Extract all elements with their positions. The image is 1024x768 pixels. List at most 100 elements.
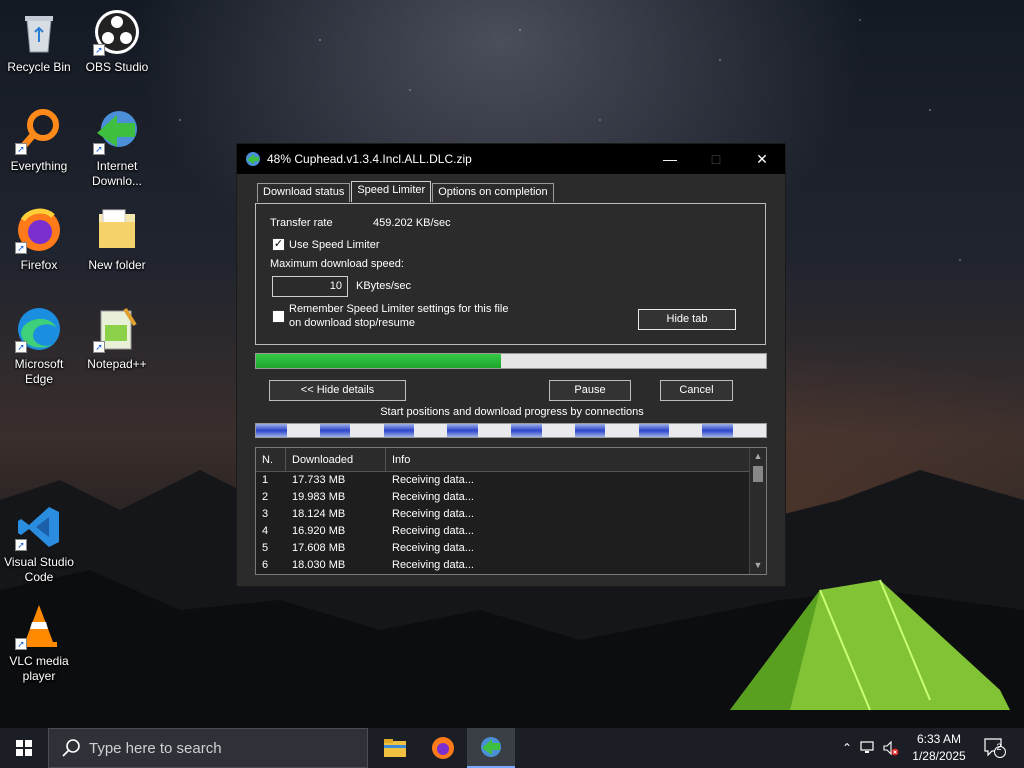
notification-count: 2 xyxy=(996,742,1002,752)
connection-segment xyxy=(702,424,766,437)
cell-info: Receiving data... xyxy=(392,559,474,571)
remember-settings-label: Remember Speed Limiter settings for this… xyxy=(289,303,509,315)
cell-downloaded: 17.608 MB xyxy=(292,542,346,554)
download-progress-bar xyxy=(255,353,767,369)
clock[interactable]: 6:33 AM 1/28/2025 xyxy=(906,731,972,765)
remember-settings-label-line2: on download stop/resume xyxy=(289,317,415,329)
hide-details-button[interactable]: << Hide details xyxy=(269,380,406,401)
shortcut-arrow-icon: ➚ xyxy=(93,143,105,155)
tab-options-on-completion[interactable]: Options on completion xyxy=(432,183,554,202)
connection-segment xyxy=(319,424,384,437)
idm-icon xyxy=(481,737,501,757)
recycle-bin-icon xyxy=(15,8,63,56)
minimize-button[interactable]: — xyxy=(647,144,693,174)
cell-n: 3 xyxy=(262,508,269,520)
title-bar[interactable]: 48% Cuphead.v1.3.4.Incl.ALL.DLC.zip — □ … xyxy=(237,144,785,174)
search-box[interactable]: Type here to search xyxy=(48,728,368,768)
desktop-icon-microsoft-edge[interactable]: ➚ Microsoft Edge xyxy=(1,305,77,387)
max-speed-input[interactable]: 10 xyxy=(272,276,348,297)
column-header-info[interactable]: Info xyxy=(386,448,766,472)
connections-table[interactable]: N. Downloaded Info 1 17.733 MB Receiving d… xyxy=(255,447,767,575)
search-icon xyxy=(62,739,80,757)
desktop-icon-label: Recycle Bin xyxy=(7,60,71,74)
connection-segment-progress xyxy=(256,424,287,437)
shortcut-arrow-icon: ➚ xyxy=(15,242,27,254)
table-row[interactable]: 2 19.983 MB Receiving data... xyxy=(256,489,766,506)
desktop-icon-label: New folder xyxy=(88,258,146,272)
column-header-n[interactable]: N. xyxy=(256,448,286,472)
scroll-up-icon[interactable]: ▲ xyxy=(750,448,766,465)
desktop-icon-everything[interactable]: ➚ Everything xyxy=(1,107,77,174)
folder-icon xyxy=(93,206,141,254)
desktop-icon-label: OBS Studio xyxy=(85,60,149,74)
cancel-button[interactable]: Cancel xyxy=(660,380,733,401)
cell-info: Receiving data... xyxy=(392,542,474,554)
connection-segment xyxy=(574,424,639,437)
connection-segment-progress xyxy=(383,424,415,437)
remember-settings-checkbox[interactable] xyxy=(272,310,285,323)
download-progress-fill xyxy=(256,354,501,368)
connections-caption: Start positions and download progress by… xyxy=(380,406,644,418)
idm-icon xyxy=(246,152,260,166)
desktop-icon-recycle-bin[interactable]: Recycle Bin xyxy=(1,8,77,75)
tab-speed-limiter[interactable]: Speed Limiter xyxy=(351,181,432,202)
scroll-down-icon[interactable]: ▼ xyxy=(750,557,766,574)
desktop-icon-label: Notepad++ xyxy=(87,357,147,371)
table-row[interactable]: 3 18.124 MB Receiving data... xyxy=(256,506,766,523)
chevron-up-icon[interactable]: ⌃ xyxy=(838,741,856,755)
maximize-button: □ xyxy=(711,151,721,167)
vertical-scrollbar[interactable]: ▲ ▼ xyxy=(749,448,766,574)
table-row[interactable]: 5 17.608 MB Receiving data... xyxy=(256,540,766,557)
desktop-icon-label: Firefox xyxy=(20,258,58,272)
cell-n: 1 xyxy=(262,474,269,486)
clock-time: 6:33 AM xyxy=(916,732,962,746)
desktop-icon-label: Everything xyxy=(10,159,68,173)
tab-download-status[interactable]: Download status xyxy=(257,183,351,202)
taskbar-file-explorer[interactable] xyxy=(371,728,419,768)
notification-center-button[interactable]: 2 xyxy=(980,728,1010,768)
speaker-muted-icon[interactable] xyxy=(882,740,900,756)
close-button[interactable]: ✕ xyxy=(739,144,785,174)
desktop-icon-vlc-media-player[interactable]: ➚ VLC media player xyxy=(1,602,77,684)
desktop-icon-internet-downlo[interactable]: ➚ Internet Downlo... xyxy=(79,107,155,189)
desktop-icon-firefox[interactable]: ➚ Firefox xyxy=(1,206,77,273)
hide-tab-button[interactable]: Hide tab xyxy=(638,309,736,330)
connection-segment xyxy=(447,424,511,437)
column-header-downloaded[interactable]: Downloaded xyxy=(286,448,386,472)
cell-n: 5 xyxy=(262,542,269,554)
transfer-rate-value: 459.202 KB/sec xyxy=(373,217,451,229)
desktop-icon-new-folder[interactable]: New folder xyxy=(79,206,155,273)
connection-segment xyxy=(638,424,703,437)
table-row[interactable]: 4 16.920 MB Receiving data... xyxy=(256,523,766,540)
everything-search-icon: ➚ xyxy=(15,107,63,155)
tent-image xyxy=(730,579,1010,711)
vlc-icon: ➚ xyxy=(15,602,63,650)
cell-downloaded: 17.733 MB xyxy=(292,474,346,486)
obs-icon: ➚ xyxy=(93,8,141,56)
file-explorer-icon xyxy=(384,739,406,757)
desktop-icon-label: VLC media player xyxy=(9,654,69,683)
use-speed-limiter-label: Use Speed Limiter xyxy=(289,239,380,251)
start-button[interactable] xyxy=(0,728,48,768)
idm-icon: ➚ xyxy=(93,107,141,155)
connection-segment xyxy=(256,424,320,437)
taskbar-idm[interactable] xyxy=(467,728,515,768)
window-title: 48% Cuphead.v1.3.4.Incl.ALL.DLC.zip xyxy=(267,152,472,166)
network-icon[interactable] xyxy=(860,740,878,756)
pause-button[interactable]: Pause xyxy=(549,380,631,401)
cell-info: Receiving data... xyxy=(392,508,474,520)
taskbar-firefox[interactable] xyxy=(419,728,467,768)
desktop-icon-obs-studio[interactable]: ➚ OBS Studio xyxy=(79,8,155,75)
table-row[interactable]: 6 18.030 MB Receiving data... xyxy=(256,557,766,574)
edge-icon: ➚ xyxy=(15,305,63,353)
desktop-icon-visual-studio-code[interactable]: ➚ Visual Studio Code xyxy=(1,503,77,585)
scroll-thumb[interactable] xyxy=(753,466,763,482)
transfer-rate-label: Transfer rate xyxy=(270,217,333,229)
use-speed-limiter-checkbox[interactable]: ✓ xyxy=(272,238,285,251)
download-progress-window[interactable]: 48% Cuphead.v1.3.4.Incl.ALL.DLC.zip — □ … xyxy=(236,143,786,587)
desktop-icon-notepad[interactable]: ➚ Notepad++ xyxy=(79,305,155,372)
system-tray: ⌃ xyxy=(838,728,900,768)
table-row[interactable]: 1 17.733 MB Receiving data... xyxy=(256,472,766,489)
desktop-icon-label: Visual Studio Code xyxy=(4,555,74,584)
notepadpp-icon: ➚ xyxy=(93,305,141,353)
